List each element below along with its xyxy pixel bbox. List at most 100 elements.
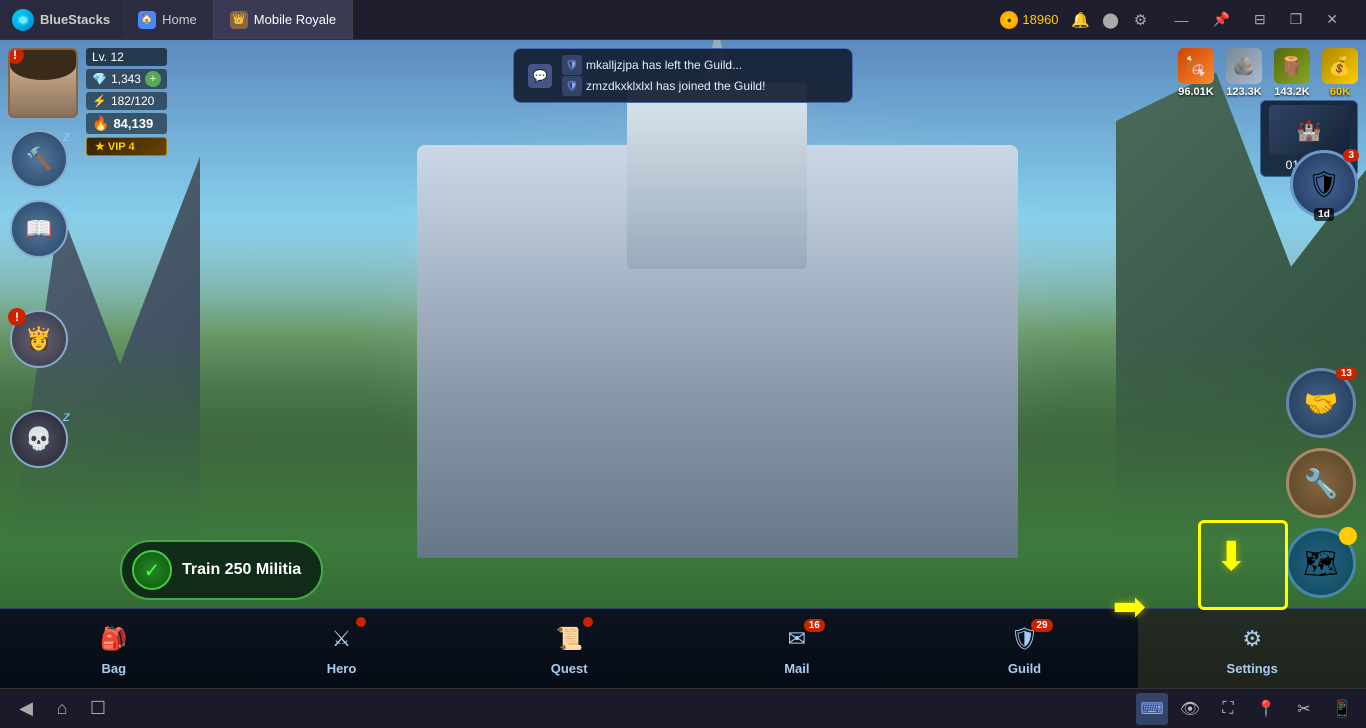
hero-icon: ⚔ bbox=[324, 621, 360, 657]
taskbar: ◀ ⌂ ☐ ⌨ 👁 ⛶ 📍 ✂ 📱 bbox=[0, 688, 1366, 728]
build-sleep-icon: z bbox=[63, 128, 70, 144]
home-button[interactable]: ⌂ bbox=[48, 695, 76, 723]
coins-display: ● 18960 bbox=[1000, 11, 1058, 29]
npc-button[interactable]: ! 👸 bbox=[10, 310, 68, 368]
stone-icon: 🪨 bbox=[1226, 48, 1262, 84]
game-tab[interactable]: 👑 Mobile Royale bbox=[214, 0, 353, 39]
taskbar-left: ◀ ⌂ ☐ bbox=[0, 695, 124, 723]
taskbar-right: ⌨ 👁 ⛶ 📍 ✂ 📱 bbox=[1128, 693, 1366, 725]
npc-alert-badge: ! bbox=[8, 308, 26, 326]
gold-value: 60K bbox=[1330, 86, 1350, 98]
game-area[interactable]: 💬 🛡 mkalljzjpa has left the Guild... 🛡 z… bbox=[0, 40, 1366, 688]
notification-icon[interactable]: 🔔 bbox=[1071, 10, 1091, 30]
guild-icon-chat2: 🛡 bbox=[562, 76, 582, 96]
title-bar: BlueStacks 🏠 Home 👑 Mobile Royale ● 1896… bbox=[0, 0, 1366, 40]
research-button[interactable]: 📖 z bbox=[10, 200, 68, 258]
player-avatar[interactable]: ! bbox=[8, 48, 78, 118]
food-icon: 🍖 bbox=[1178, 48, 1214, 84]
phone-button[interactable]: 📱 bbox=[1326, 693, 1358, 725]
chat-icon: 💬 bbox=[528, 64, 552, 88]
energy-icon: ⚡ bbox=[92, 94, 107, 108]
settings-icon[interactable]: ⚙ bbox=[1131, 10, 1151, 30]
shrink-button[interactable]: ❐ bbox=[1278, 11, 1315, 28]
chat-line-1: mkalljzjpa has left the Guild... bbox=[586, 58, 742, 72]
nav-hero-label: Hero bbox=[327, 661, 357, 676]
resource-stone[interactable]: 🪨 123.3K bbox=[1226, 48, 1262, 98]
coin-icon: ● bbox=[1000, 11, 1018, 29]
quest-check-icon: ✓ bbox=[132, 550, 172, 590]
energy-value: 182/120 bbox=[111, 94, 154, 108]
map-lightning-badge: ⚡ bbox=[1339, 527, 1357, 545]
event-count-badge: 3 bbox=[1343, 149, 1359, 162]
guild-icon-chat: 🛡 bbox=[562, 55, 582, 75]
eye-button[interactable]: 👁 bbox=[1174, 693, 1206, 725]
home-tab-icon: 🏠 bbox=[138, 11, 156, 29]
home-tab-label: Home bbox=[162, 12, 197, 27]
bag-icon: 🎒 bbox=[96, 621, 132, 657]
resource-wood[interactable]: 🪵 143.2K bbox=[1274, 48, 1310, 98]
coins-value: 18960 bbox=[1022, 12, 1058, 27]
nav-bag[interactable]: 🎒 Bag bbox=[0, 609, 228, 688]
resource-gold[interactable]: 💰 60K bbox=[1322, 48, 1358, 98]
power-icon: 🔥 bbox=[92, 115, 109, 132]
nav-mail[interactable]: ✉ Mail 16 bbox=[683, 609, 911, 688]
pin-button[interactable]: 📌 bbox=[1201, 11, 1242, 28]
guild-badge: 29 bbox=[1031, 619, 1052, 632]
add-diamonds-button[interactable]: + bbox=[145, 71, 161, 87]
wood-value: 143.2K bbox=[1274, 86, 1309, 98]
tools-button[interactable]: 🔧 bbox=[1286, 448, 1356, 518]
keyboard-button[interactable]: ⌨ bbox=[1136, 693, 1168, 725]
bluestacks-logo[interactable]: BlueStacks bbox=[0, 0, 122, 39]
nav-guild[interactable]: 🛡 Guild 29 bbox=[911, 609, 1139, 688]
diamond-icon: 💎 bbox=[92, 72, 107, 86]
bluestacks-icon bbox=[12, 9, 34, 31]
level-badge: Lv. 12 bbox=[86, 48, 167, 66]
expand-button[interactable]: ⛶ bbox=[1212, 693, 1244, 725]
home-tab[interactable]: 🏠 Home bbox=[122, 0, 214, 39]
nav-settings-label: Settings bbox=[1227, 661, 1278, 676]
recents-button[interactable]: ☐ bbox=[84, 695, 112, 723]
title-bar-left: BlueStacks 🏠 Home 👑 Mobile Royale bbox=[0, 0, 353, 39]
settings-nav-icon: ⚙ bbox=[1234, 621, 1270, 657]
quest-icon: 📜 bbox=[551, 621, 587, 657]
close-button[interactable]: ✕ bbox=[1314, 11, 1350, 28]
chat-notification: 💬 🛡 mkalljzjpa has left the Guild... 🛡 z… bbox=[513, 48, 853, 103]
resource-food[interactable]: 🍖 96.01K bbox=[1178, 48, 1214, 98]
nav-settings[interactable]: ⚙ Settings bbox=[1138, 609, 1366, 688]
troop-button[interactable]: 💀 z bbox=[10, 410, 68, 468]
food-value: 96.01K bbox=[1178, 86, 1213, 98]
back-button[interactable]: ◀ bbox=[12, 695, 40, 723]
camera-icon[interactable]: ⬤ bbox=[1101, 10, 1121, 30]
minimize-button[interactable]: — bbox=[1163, 12, 1201, 28]
troop-sleep-icon: z bbox=[63, 408, 70, 424]
quest-alert-dot bbox=[583, 617, 593, 627]
nav-guild-label: Guild bbox=[1008, 661, 1041, 676]
window-controls: — 📌 ⊟ ❐ ✕ bbox=[1163, 11, 1350, 28]
star-icon: ★ bbox=[95, 140, 105, 153]
mail-badge: 16 bbox=[804, 619, 825, 632]
restore-button[interactable]: ⊟ bbox=[1242, 11, 1278, 28]
energy-row: ⚡ 182/120 bbox=[86, 92, 167, 110]
right-action-buttons: 🤝 13 🔧 🗺 ⚡ bbox=[1286, 368, 1356, 598]
event-badge[interactable]: 🛡 3 1d bbox=[1290, 150, 1358, 218]
event-duration-label: 1d bbox=[1314, 208, 1334, 221]
game-tab-icon: 👑 bbox=[230, 11, 248, 29]
arrow-down-annotation: ⬇ bbox=[1214, 534, 1248, 580]
bluestacks-label: BlueStacks bbox=[40, 12, 110, 27]
alliance-badge: 13 bbox=[1336, 367, 1357, 380]
scissors-button[interactable]: ✂ bbox=[1288, 693, 1320, 725]
power-value: 84,139 bbox=[113, 116, 153, 131]
build-button[interactable]: 🔨 z bbox=[10, 130, 68, 188]
research-sleep-icon: z bbox=[63, 198, 70, 214]
arrow-right-annotation: ➡ bbox=[1112, 584, 1146, 630]
nav-hero[interactable]: ⚔ Hero bbox=[228, 609, 456, 688]
map-button[interactable]: 🗺 ⚡ bbox=[1286, 528, 1356, 598]
location-button[interactable]: 📍 bbox=[1250, 693, 1282, 725]
alliance-button[interactable]: 🤝 13 bbox=[1286, 368, 1356, 438]
nav-quest[interactable]: 📜 Quest bbox=[455, 609, 683, 688]
quest-bar[interactable]: ✓ Train 250 Militia bbox=[120, 540, 323, 600]
gold-icon: 💰 bbox=[1322, 48, 1358, 84]
nav-bag-label: Bag bbox=[102, 661, 127, 676]
timer-thumbnail: 🏰 bbox=[1269, 105, 1349, 155]
vip-label: VIP 4 bbox=[108, 141, 135, 153]
